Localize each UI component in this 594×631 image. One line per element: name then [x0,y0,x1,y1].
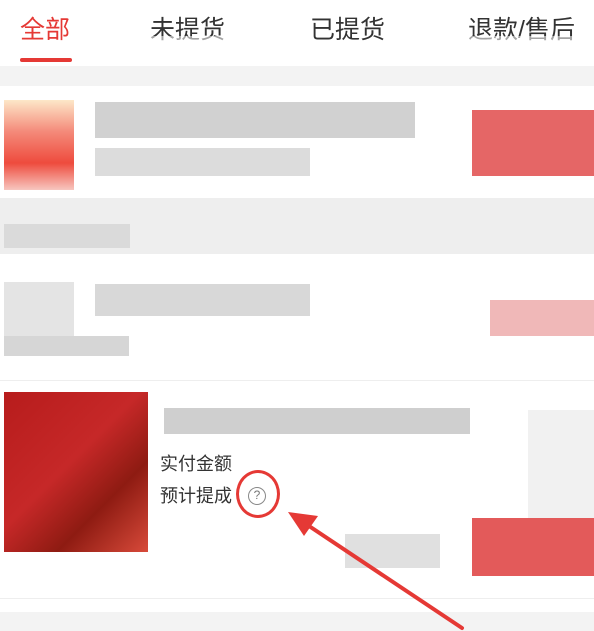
annotation-arrow [288,512,464,630]
